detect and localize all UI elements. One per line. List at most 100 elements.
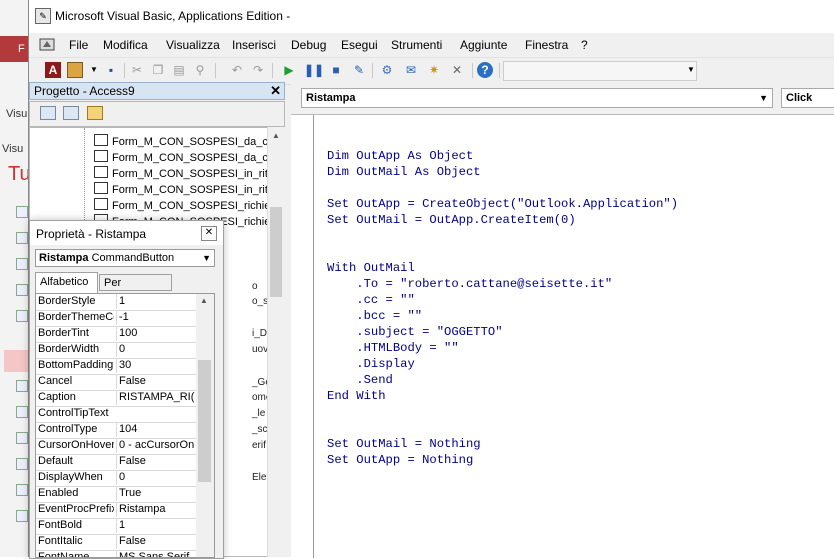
code-text[interactable]: Dim OutApp As Object Dim OutMail As Objec… [327,148,678,468]
scroll-thumb[interactable] [270,207,282,297]
access-icon[interactable]: A [45,62,61,78]
object-browser-icon[interactable]: ✷ [426,62,442,78]
view-code-icon[interactable] [40,106,56,120]
object-selector[interactable]: Ristampa CommandButton ▼ [35,249,215,267]
property-value[interactable]: 1 [116,294,197,309]
copy-icon[interactable]: ❐ [150,62,166,78]
run-icon[interactable]: ▶ [281,62,297,78]
save-icon[interactable]: ▪ [103,62,119,78]
scroll-up-icon[interactable]: ▲ [272,131,280,140]
project-explorer-icon[interactable]: ⚙ [379,62,395,78]
property-row[interactable]: Caption RISTAMPA_RI( [36,390,196,407]
property-value[interactable]: 1 [116,518,197,533]
scroll-thumb[interactable] [198,360,211,482]
break-icon[interactable]: ❚❚ [304,62,324,78]
menu-debug[interactable]: Debug [291,38,326,52]
tree-item[interactable]: Form_M_CON_SOSPESI_da_chi [94,134,276,148]
toolbar-options-icon[interactable]: ▼ [683,62,699,78]
property-row[interactable]: EventProcPrefix Ristampa [36,502,196,519]
menu-visualizza[interactable]: Visualizza [166,38,220,52]
dropdown-arrow-icon[interactable]: ▼ [86,62,102,78]
code-line[interactable] [327,404,678,420]
property-value[interactable]: Ristampa [116,502,197,517]
close-icon[interactable]: ✕ [201,226,217,241]
tree-item[interactable]: Form_M_CON_SOSPESI_da_chi [94,150,276,164]
menu-esegui[interactable]: Esegui [341,38,378,52]
property-value[interactable]: True [116,486,197,501]
tree-item[interactable]: Form_M_CON_SOSPESI_richies [94,198,276,212]
property-row[interactable]: ControlTipText [36,406,196,423]
view-object-icon[interactable] [63,106,79,120]
code-editor[interactable]: Dim OutApp As Object Dim OutMail As Objec… [291,114,834,558]
insert-form-icon[interactable] [67,62,83,78]
code-line[interactable]: Set OutMail = Nothing [327,436,678,452]
code-line[interactable]: End With [327,388,678,404]
property-value[interactable]: 0 - acCursorOn [116,438,197,453]
menu-aggiunte[interactable]: Aggiunte [460,38,507,52]
redo-icon[interactable]: ↷ [250,62,266,78]
code-line[interactable]: .Send [327,372,678,388]
menu-strumenti[interactable]: Strumenti [391,38,442,52]
property-value[interactable]: 30 [116,358,197,373]
code-line[interactable]: .To = "roberto.cattane@seisette.it" [327,276,678,292]
code-line[interactable]: .HTMLBody = "" [327,340,678,356]
code-line[interactable] [327,228,678,244]
code-line[interactable] [327,420,678,436]
property-row[interactable]: FontBold 1 [36,518,196,535]
close-icon[interactable]: ✕ [270,83,281,99]
toolbox-icon[interactable]: ✕ [449,62,465,78]
property-value[interactable]: RISTAMPA_RI( [116,390,197,405]
property-value[interactable]: 0 [116,342,197,357]
property-row[interactable]: ControlType 104 [36,422,196,439]
code-line[interactable]: With OutMail [327,260,678,276]
property-row[interactable]: Cancel False [36,374,196,391]
property-value[interactable]: False [116,374,197,389]
property-row[interactable]: DisplayWhen 0 [36,470,196,487]
tree-item[interactable]: Form_M_CON_SOSPESI_in_rita [94,166,274,180]
scroll-up-icon[interactable]: ▲ [200,296,208,305]
property-value[interactable]: -1 [116,310,197,325]
code-line[interactable]: .Display [327,356,678,372]
code-line[interactable]: Set OutMail = OutApp.CreateItem(0) [327,212,678,228]
toggle-folders-icon[interactable] [87,106,103,120]
undo-icon[interactable]: ↶ [229,62,245,78]
code-line[interactable]: Dim OutApp As Object [327,148,678,164]
vba-app-icon[interactable]: ✎ [35,8,51,24]
help-icon[interactable]: ? [477,62,493,78]
property-row[interactable]: CursorOnHover 0 - acCursorOn [36,438,196,455]
tree-item[interactable]: Form_M_CON_SOSPESI_in_rita [94,182,274,196]
code-margin[interactable] [291,115,314,558]
property-row[interactable]: BorderThemeCo -1 [36,310,196,327]
title-bar[interactable]: ✎ Microsoft Visual Basic, Applications E… [29,0,834,33]
menu-inserisci[interactable]: Inserisci [232,38,276,52]
property-row[interactable]: BorderStyle 1 [36,294,196,311]
code-line[interactable]: .bcc = "" [327,308,678,324]
property-value[interactable]: 0 [116,470,197,485]
property-row[interactable]: BottomPadding 30 [36,358,196,375]
property-row[interactable]: BorderWidth 0 [36,342,196,359]
system-menu-icon[interactable] [39,37,55,52]
property-row[interactable]: Enabled True [36,486,196,503]
property-row[interactable]: FontItalic False [36,534,196,551]
properties-title-bar[interactable]: Proprietà - Ristampa ✕ [30,221,223,245]
code-line[interactable]: .subject = "OGGETTO" [327,324,678,340]
properties-icon[interactable]: ✉ [403,62,419,78]
project-scrollbar[interactable]: ▲ [267,127,285,557]
object-dropdown[interactable]: Ristampa ▼ [301,88,773,108]
code-line[interactable]: Set OutApp = CreateObject("Outlook.Appli… [327,196,678,212]
property-value[interactable]: 100 [116,326,197,341]
property-value[interactable]: False [116,534,197,549]
reset-icon[interactable]: ■ [328,62,344,78]
property-row[interactable]: Default False [36,454,196,471]
background-ribbon-tab[interactable]: F [0,36,28,62]
menu-help[interactable]: ? [581,38,588,52]
procedure-dropdown[interactable]: Click [781,88,834,108]
tab-per-categoria[interactable]: Per categoria [99,274,172,305]
menu-modifica[interactable]: Modifica [103,38,148,52]
property-value[interactable]: False [116,454,197,469]
menu-file[interactable]: File [69,38,88,52]
paste-icon[interactable]: ▤ [171,62,187,78]
property-row[interactable]: BorderTint 100 [36,326,196,343]
code-line[interactable]: Set OutApp = Nothing [327,452,678,468]
find-icon[interactable]: ⚲ [192,62,208,78]
